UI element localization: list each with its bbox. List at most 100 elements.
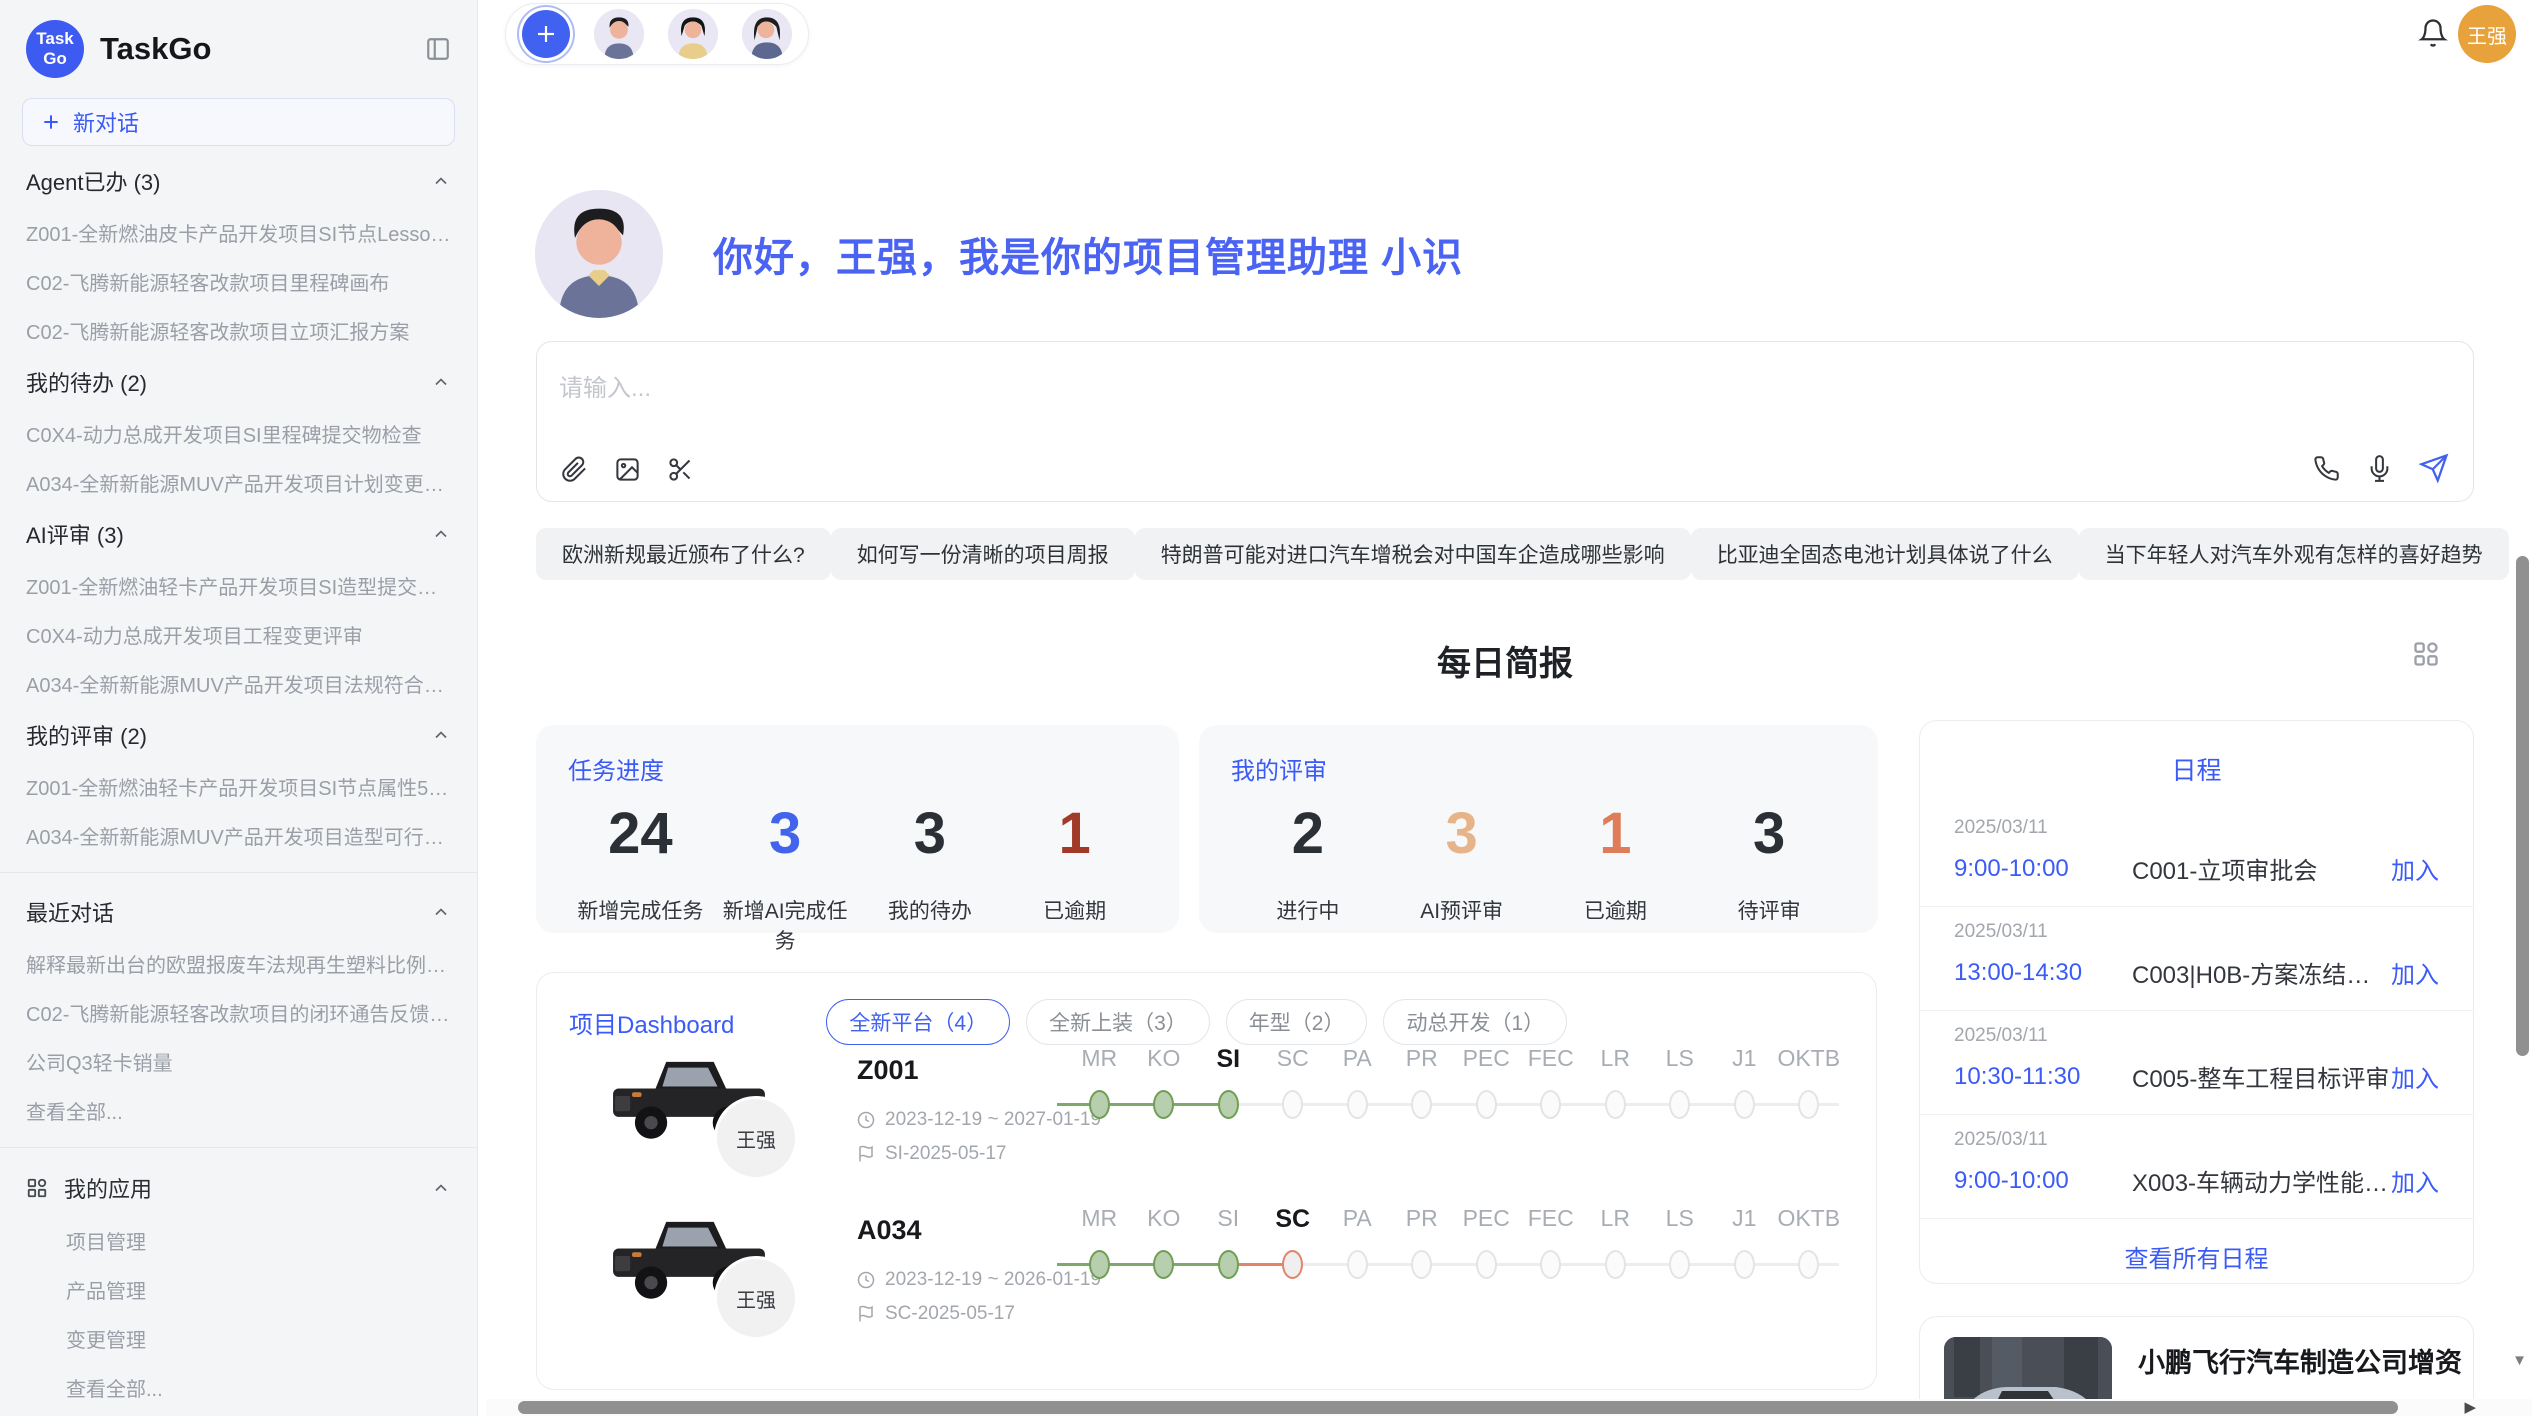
chevron-up-icon[interactable] bbox=[431, 725, 451, 745]
user-avatar[interactable]: 王强 bbox=[2458, 5, 2516, 63]
list-item[interactable]: Z001-全新燃油皮卡产品开发项目SI节点Lesson Learn报告 bbox=[0, 208, 477, 257]
view-all-apps[interactable]: 查看全部... bbox=[0, 1363, 477, 1412]
sidebar-item-cloud-space[interactable]: 我的云空间 bbox=[0, 1412, 477, 1416]
stat-value: 3 bbox=[713, 800, 858, 867]
avatar[interactable] bbox=[742, 9, 792, 59]
stat-value: 3 bbox=[1692, 800, 1846, 867]
suggestion-chip[interactable]: 当下年轻人对汽车外观有怎样的喜好趋势 bbox=[2079, 528, 2509, 580]
scroll-right-arrow-icon[interactable]: ▶ bbox=[2464, 1399, 2476, 1416]
schedule-card: 日程 2025/03/11 9:00-10:00 C001-立项审批会 加入 2… bbox=[1919, 720, 2474, 1284]
stat-label: 新增完成任务 bbox=[568, 895, 713, 925]
briefing-cards: 任务进度 24 新增完成任务 3 新增AI完成任务 3 我的待办 1 已逾期 bbox=[536, 725, 1878, 933]
list-item[interactable]: C02-飞腾新能源轻客改款项目里程碑画布 bbox=[0, 257, 477, 306]
paperclip-icon[interactable] bbox=[561, 456, 588, 483]
app-logo: Task Go bbox=[26, 20, 84, 78]
milestone-node bbox=[1282, 1090, 1303, 1119]
milestone-node bbox=[1798, 1250, 1819, 1279]
milestone-node bbox=[1540, 1250, 1561, 1279]
news-title: 小鹏飞行汽车制造公司增资 bbox=[2138, 1341, 2449, 1380]
horizontal-scrollbar: ▶ bbox=[486, 1399, 2532, 1416]
grid-icon bbox=[26, 1177, 48, 1199]
project-flag-date: SI-2025-05-17 bbox=[857, 1143, 1006, 1165]
chevron-up-icon[interactable] bbox=[431, 1178, 451, 1198]
chevron-up-icon[interactable] bbox=[431, 171, 451, 191]
flag-icon bbox=[857, 1145, 875, 1163]
chevron-up-icon[interactable] bbox=[431, 902, 451, 922]
stat-label: AI预评审 bbox=[1385, 895, 1539, 925]
vertical-scrollbar-thumb[interactable] bbox=[2516, 556, 2529, 1056]
schedule-date: 2025/03/11 bbox=[1954, 817, 2439, 839]
milestone-node bbox=[1476, 1250, 1497, 1279]
list-item[interactable]: 解释最新出台的欧盟报废车法规再生塑料比例被调至15%... bbox=[0, 939, 477, 988]
milestone-node bbox=[1411, 1090, 1432, 1119]
list-item[interactable]: Z001-全新燃油轻卡产品开发项目SI节点属性5D文件评审 bbox=[0, 762, 477, 811]
milestone-node-done bbox=[1218, 1090, 1239, 1119]
chevron-up-icon[interactable] bbox=[431, 372, 451, 392]
new-session-button[interactable] bbox=[522, 10, 570, 58]
sidebar-item-change-mgmt[interactable]: 变更管理 bbox=[0, 1314, 477, 1363]
milestone-label: J1 bbox=[1712, 1205, 1777, 1234]
view-all-chats[interactable]: 查看全部... bbox=[0, 1086, 477, 1135]
project-row[interactable]: 王强 A034 2023-12-19 ~ 2026-01-19 SC-2025-… bbox=[569, 1195, 1846, 1371]
list-item[interactable]: A034-全新新能源MUV产品开发项目造型可行性评审 bbox=[0, 811, 477, 860]
schedule-item: 2025/03/11 9:00-10:00 X003-车辆动力学性能验... 加… bbox=[1920, 1115, 2473, 1219]
join-link[interactable]: 加入 bbox=[2391, 851, 2439, 886]
list-item[interactable]: A034-全新新能源MUV产品开发项目计划变更表编写 bbox=[0, 458, 477, 507]
chevron-up-icon[interactable] bbox=[431, 524, 451, 544]
list-item[interactable]: C02-飞腾新能源轻客改款项目的闭环通告反馈情况 bbox=[0, 988, 477, 1037]
schedule-time: 13:00-14:30 bbox=[1954, 959, 2112, 987]
scissors-icon[interactable] bbox=[667, 456, 694, 483]
sidebar-item-product-mgmt[interactable]: 产品管理 bbox=[0, 1265, 477, 1314]
avatar[interactable] bbox=[668, 9, 718, 59]
sidebar-item-project-mgmt[interactable]: 项目管理 bbox=[0, 1216, 477, 1265]
milestone-node bbox=[1669, 1250, 1690, 1279]
notifications-bell-icon[interactable] bbox=[2418, 18, 2448, 48]
schedule-time: 10:30-11:30 bbox=[1954, 1063, 2112, 1091]
join-link[interactable]: 加入 bbox=[2391, 1059, 2439, 1094]
list-item[interactable]: A034-全新新能源MUV产品开发项目法规符合性评审 bbox=[0, 659, 477, 708]
join-link[interactable]: 加入 bbox=[2391, 955, 2439, 990]
milestone-label: J1 bbox=[1712, 1045, 1777, 1074]
section-title: 我的待办 (2) bbox=[26, 366, 147, 398]
view-all-schedule-link[interactable]: 查看所有日程 bbox=[1920, 1239, 2473, 1274]
image-attach-icon[interactable] bbox=[614, 456, 641, 483]
project-row[interactable]: 王强 Z001 2023-12-19 ~ 2027-01-19 SI-2025-… bbox=[569, 1035, 1846, 1211]
suggestion-chip[interactable]: 比亚迪全固态电池计划具体说了什么 bbox=[1691, 528, 2079, 580]
list-item[interactable]: C0X4-动力总成开发项目工程变更评审 bbox=[0, 610, 477, 659]
avatar[interactable] bbox=[594, 9, 644, 59]
milestone-node bbox=[1669, 1090, 1690, 1119]
section-recent-chats[interactable]: 最近对话 bbox=[0, 885, 477, 939]
suggestion-chip[interactable]: 如何写一份清晰的项目周报 bbox=[831, 528, 1135, 580]
section-my-todo[interactable]: 我的待办 (2) bbox=[0, 355, 477, 409]
list-item[interactable]: C0X4-动力总成开发项目SI里程碑提交物检查 bbox=[0, 409, 477, 458]
section-ai-review[interactable]: AI评审 (3) bbox=[0, 507, 477, 561]
horizontal-scrollbar-thumb[interactable] bbox=[518, 1401, 2398, 1414]
microphone-icon[interactable] bbox=[2366, 455, 2393, 482]
section-my-review[interactable]: 我的评审 (2) bbox=[0, 708, 477, 762]
list-item[interactable]: 公司Q3轻卡销量 bbox=[0, 1037, 477, 1086]
stat-label: 进行中 bbox=[1231, 895, 1385, 925]
milestone-label-current: SC bbox=[1261, 1205, 1326, 1234]
list-item[interactable]: C02-飞腾新能源轻客改款项目立项汇报方案 bbox=[0, 306, 477, 355]
suggestion-chip[interactable]: 特朗普可能对进口汽车增税会对中国车企造成哪些影响 bbox=[1135, 528, 1691, 580]
join-link[interactable]: 加入 bbox=[2391, 1163, 2439, 1198]
milestone-node bbox=[1476, 1090, 1497, 1119]
session-switcher bbox=[505, 3, 809, 65]
sidebar-collapse-icon[interactable] bbox=[425, 36, 451, 62]
milestone-node bbox=[1734, 1090, 1755, 1119]
project-dashboard-card: 项目Dashboard 全新平台（4） 全新上装（3） 年型（2） 动总开发（1… bbox=[536, 972, 1877, 1390]
chat-composer[interactable]: 请输入... bbox=[536, 341, 2474, 502]
phone-icon[interactable] bbox=[2313, 455, 2340, 482]
list-item[interactable]: Z001-全新燃油轻卡产品开发项目SI造型提交物评审 bbox=[0, 561, 477, 610]
send-icon[interactable] bbox=[2419, 453, 2449, 483]
suggestion-chip[interactable]: 欧洲新规最近颁布了什么? bbox=[536, 528, 831, 580]
milestone-timeline: MR KO SI SC PA PR PEC FEC LR LS J1 OKTB bbox=[1067, 1045, 1847, 1126]
layout-grid-icon[interactable] bbox=[2412, 640, 2440, 668]
scroll-down-arrow-icon[interactable]: ▼ bbox=[2512, 1352, 2527, 1369]
schedule-item: 2025/03/11 13:00-14:30 C003|H0B-方案冻结评审 加… bbox=[1920, 907, 2473, 1011]
milestone-node bbox=[1605, 1090, 1626, 1119]
section-agent-done[interactable]: Agent已办 (3) bbox=[0, 154, 477, 208]
card-title: 任务进度 bbox=[568, 751, 1147, 786]
sidebar-item-my-apps[interactable]: 我的应用 bbox=[0, 1160, 477, 1216]
new-chat-button[interactable]: 新对话 bbox=[22, 98, 455, 146]
